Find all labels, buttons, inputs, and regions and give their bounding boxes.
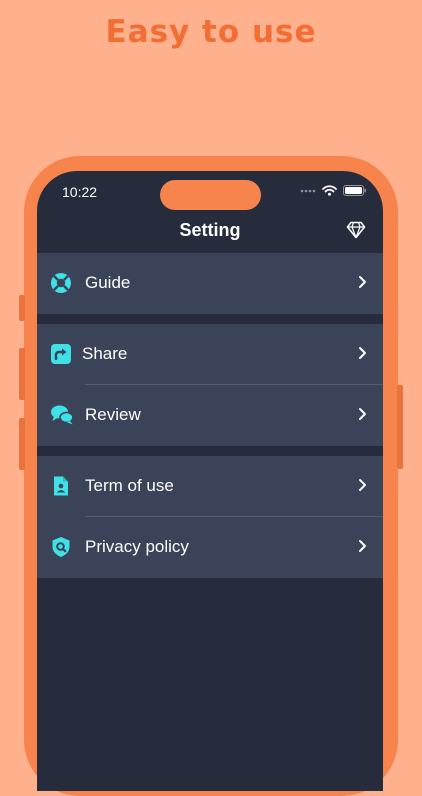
shield-search-icon (52, 537, 70, 557)
share-label: Share (82, 344, 128, 363)
privacy-label: Privacy policy (85, 537, 189, 556)
share-icon (51, 344, 71, 364)
document-user-icon (54, 476, 68, 496)
chevron-right-icon (359, 408, 366, 420)
status-time: 10:22 (62, 184, 98, 200)
review-row[interactable]: Review (37, 385, 383, 446)
chevron-right-icon (359, 347, 366, 359)
settings-group-social: Share Review (37, 324, 383, 446)
app-screen: 10:22 Setting Guide Share Review Term of… (37, 171, 383, 791)
phone-side-button (19, 348, 25, 400)
share-row[interactable]: Share (37, 324, 383, 385)
wifi-icon (322, 185, 337, 196)
phone-side-button (19, 295, 25, 321)
phone-side-button (19, 418, 25, 470)
headline: Easy to use (105, 14, 317, 50)
terms-label: Term of use (85, 476, 174, 495)
signal-icon (300, 189, 316, 192)
page-title: Setting (179, 220, 241, 240)
premium-button[interactable] (346, 221, 366, 239)
settings-group-help: Guide (37, 253, 383, 314)
chevron-right-icon (359, 276, 366, 288)
phone-side-button (397, 385, 403, 469)
review-label: Review (85, 405, 141, 424)
terms-row[interactable]: Term of use (37, 456, 383, 517)
dynamic-island (160, 180, 261, 210)
settings-group-legal: Term of use Privacy policy (37, 456, 383, 578)
chevron-right-icon (359, 479, 366, 491)
privacy-row[interactable]: Privacy policy (37, 517, 383, 578)
battery-icon (343, 185, 366, 196)
chevron-right-icon (359, 540, 366, 552)
status-icons (300, 185, 367, 196)
guide-label: Guide (85, 273, 131, 292)
guide-row[interactable]: Guide (37, 253, 383, 314)
diamond-icon (346, 221, 366, 239)
lifebuoy-icon (51, 273, 71, 293)
chat-bubbles-icon (51, 405, 74, 425)
